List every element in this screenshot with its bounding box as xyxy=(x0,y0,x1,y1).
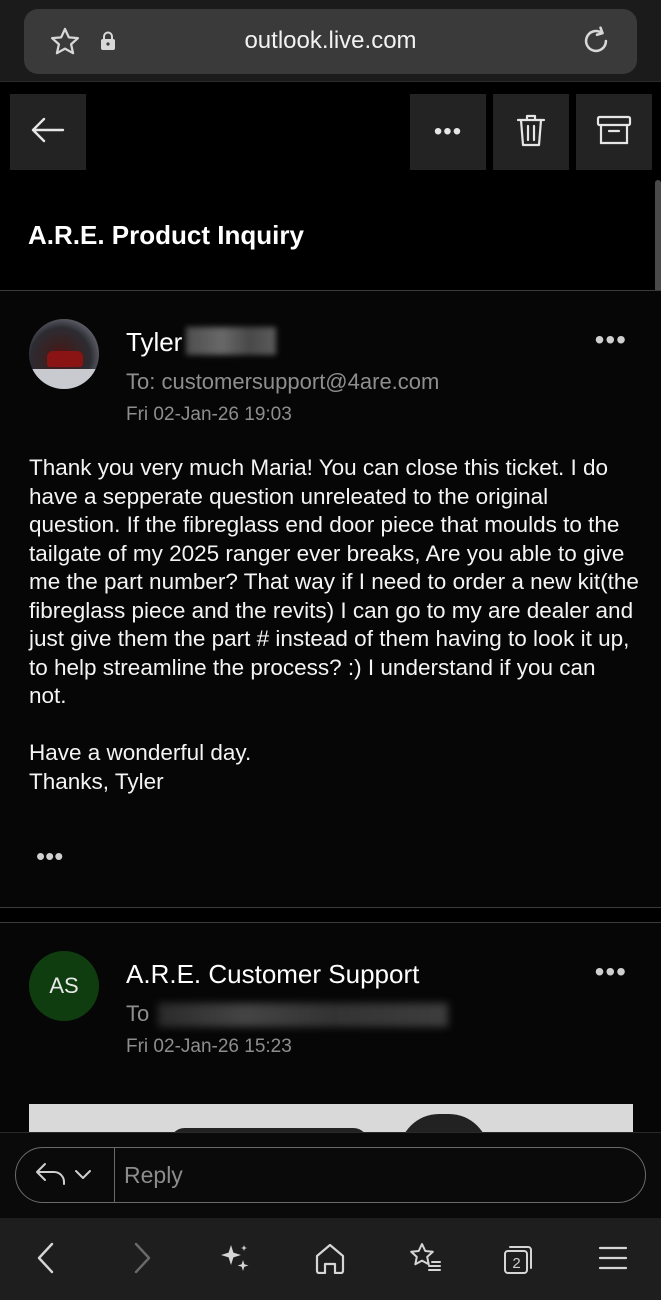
reply-input[interactable] xyxy=(124,1148,624,1202)
show-quoted-text-button[interactable]: ••• xyxy=(36,843,63,869)
reply-box xyxy=(15,1147,646,1203)
menu-button[interactable] xyxy=(591,1238,635,1282)
bookmarks-icon xyxy=(407,1241,443,1280)
message-card[interactable]: Tyler To: customersupport@4are.com Fri 0… xyxy=(0,290,661,908)
archive-button[interactable] xyxy=(576,94,652,170)
nav-forward-button[interactable] xyxy=(120,1238,164,1282)
sender-name[interactable]: A.R.E. Customer Support xyxy=(126,959,419,990)
reply-type-selector[interactable] xyxy=(34,1158,114,1194)
sender-name[interactable]: Tyler xyxy=(126,327,182,358)
avatar[interactable] xyxy=(29,319,99,389)
message-card[interactable]: AS A.R.E. Customer Support To Fri 02-Jan… xyxy=(0,922,661,1144)
nav-forward-icon xyxy=(131,1241,153,1280)
bookmarks-button[interactable] xyxy=(403,1238,447,1282)
tab-count: 2 xyxy=(512,1254,521,1272)
avatar[interactable]: AS xyxy=(29,951,99,1021)
nav-back-icon xyxy=(35,1241,57,1280)
recipient-line[interactable]: To: customersupport@4are.com xyxy=(126,369,439,395)
browser-top-bar: outlook.live.com xyxy=(0,0,661,82)
back-arrow-icon xyxy=(30,115,66,150)
mail-toolbar: ••• xyxy=(0,82,661,182)
reply-icon xyxy=(34,1161,68,1192)
page-title: A.R.E. Product Inquiry xyxy=(28,220,304,250)
trash-icon xyxy=(515,112,547,153)
chevron-down-icon xyxy=(74,1167,92,1185)
redacted-recipient xyxy=(158,1003,448,1027)
more-icon: ••• xyxy=(433,118,463,145)
subject-bar: A.R.E. Product Inquiry xyxy=(0,182,661,290)
redacted-surname xyxy=(186,327,276,355)
home-icon xyxy=(313,1242,347,1279)
body-paragraph: Thank you very much Maria! You can close… xyxy=(29,455,639,708)
sparkle-icon xyxy=(218,1241,252,1280)
ai-assistant-button[interactable] xyxy=(213,1238,257,1282)
message-more-button[interactable]: ••• xyxy=(595,326,627,354)
reply-bar xyxy=(0,1132,661,1218)
browser-bottom-nav: 2 xyxy=(0,1218,661,1300)
archive-icon xyxy=(596,114,632,151)
message-more-button[interactable]: ••• xyxy=(595,958,627,986)
menu-icon xyxy=(598,1245,628,1276)
message-date: Fri 02-Jan-26 15:23 xyxy=(126,1036,292,1057)
delete-button[interactable] xyxy=(493,94,569,170)
reload-icon[interactable] xyxy=(579,23,613,64)
more-actions-button[interactable]: ••• xyxy=(410,94,486,170)
url-text[interactable]: outlook.live.com xyxy=(24,27,637,55)
recipient-line[interactable]: To xyxy=(126,1001,149,1027)
tabs-icon: 2 xyxy=(501,1243,535,1277)
back-button[interactable] xyxy=(10,94,86,170)
body-paragraph: Have a wonderful day. Thanks, Tyler xyxy=(29,740,252,794)
message-body: Thank you very much Maria! You can close… xyxy=(29,454,639,825)
home-button[interactable] xyxy=(308,1238,352,1282)
nav-back-button[interactable] xyxy=(24,1238,68,1282)
tabs-button[interactable]: 2 xyxy=(496,1238,540,1282)
message-date: Fri 02-Jan-26 19:03 xyxy=(126,404,292,425)
address-bar[interactable]: outlook.live.com xyxy=(24,9,637,74)
